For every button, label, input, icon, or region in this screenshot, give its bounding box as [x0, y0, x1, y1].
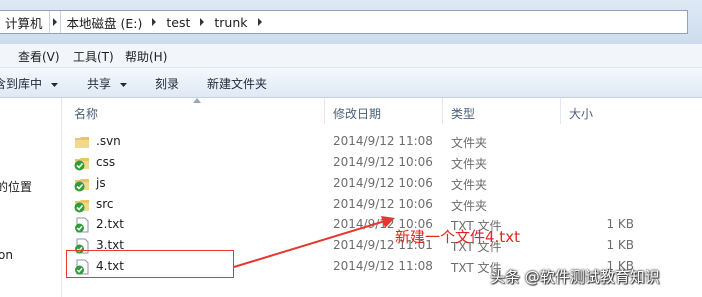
- file-row[interactable]: 2.txt 2014/9/12 10:06 TXT 文件 1 KB: [62, 215, 702, 235]
- file-date: 2014/9/12 11:08: [333, 259, 433, 273]
- command-toolbar: 含到库中 共享 刻录 新建文件夹: [0, 68, 702, 98]
- breadcrumb-separator[interactable]: [48, 11, 61, 33]
- chevron-right-icon: [52, 18, 57, 26]
- file-date: 2014/9/12 10:06: [333, 176, 433, 190]
- menu-view[interactable]: 查看(V): [18, 48, 60, 65]
- menu-help[interactable]: 帮助(H): [125, 48, 167, 65]
- chevron-right-icon: [257, 18, 262, 26]
- column-divider[interactable]: [442, 98, 443, 124]
- column-header-date[interactable]: 修改日期: [333, 105, 381, 121]
- file-type: 文件夹: [451, 157, 488, 171]
- file-row[interactable]: css 2014/9/12 10:06 文件夹: [62, 153, 702, 173]
- file-date: 2014/9/12 10:06: [333, 197, 433, 211]
- folder-icon: [75, 137, 89, 148]
- svn-folder-icon: [74, 158, 89, 171]
- sort-ascending-icon: [193, 98, 201, 103]
- dropdown-arrow-icon: [50, 82, 58, 87]
- file-name: css: [96, 155, 116, 169]
- file-name: .svn: [96, 134, 121, 148]
- new-folder-button[interactable]: 新建文件夹: [207, 75, 267, 92]
- column-divider[interactable]: [324, 98, 325, 124]
- file-name: js: [96, 176, 106, 190]
- breadcrumb-trunk[interactable]: trunk: [208, 15, 253, 30]
- chevron-right-icon: [200, 18, 205, 26]
- column-header-size[interactable]: 大小: [569, 105, 593, 121]
- file-size: 1 KB: [606, 217, 634, 231]
- file-type: 文件夹: [451, 136, 488, 150]
- breadcrumb-separator[interactable]: [254, 11, 266, 33]
- dropdown-arrow-icon: [119, 82, 127, 87]
- share-label: 共享: [87, 77, 112, 91]
- file-type: 文件夹: [451, 178, 488, 192]
- annotation-label: 新建一个文件4.txt: [395, 228, 520, 246]
- watermark: 头条 @软件测试教育知识: [490, 268, 660, 286]
- column-header-type[interactable]: 类型: [451, 105, 475, 121]
- include-in-library-label: 含到库中: [0, 77, 43, 91]
- file-name: src: [96, 197, 114, 211]
- breadcrumb-separator[interactable]: [148, 11, 160, 33]
- breadcrumb-computer[interactable]: 计算机: [0, 13, 49, 32]
- menu-tools[interactable]: 工具(T): [73, 48, 114, 65]
- chevron-right-icon: [152, 18, 157, 26]
- navigation-pane[interactable]: 的位置 on: [0, 98, 62, 297]
- file-date: 2014/9/12 11:08: [333, 134, 433, 148]
- file-row[interactable]: js 2014/9/12 10:06 文件夹: [62, 174, 702, 194]
- menu-bar: 查看(V) 工具(T) 帮助(H): [0, 44, 702, 68]
- breadcrumb-drive[interactable]: 本地磁盘 (E:): [61, 13, 149, 32]
- nav-item-partial[interactable]: on: [0, 248, 13, 262]
- include-in-library-button[interactable]: 含到库中: [0, 75, 58, 92]
- svn-file-icon: [75, 217, 89, 233]
- svn-folder-icon: [74, 200, 89, 213]
- file-row[interactable]: .svn 2014/9/12 11:08 文件夹: [62, 132, 702, 152]
- burn-button[interactable]: 刻录: [155, 75, 179, 92]
- file-date: 2014/9/12 10:06: [333, 155, 433, 169]
- file-name: 2.txt: [96, 217, 124, 231]
- svn-folder-icon: [74, 179, 89, 192]
- breadcrumb-test[interactable]: test: [160, 15, 196, 30]
- breadcrumb-separator[interactable]: [196, 11, 208, 33]
- file-size: 1 KB: [606, 238, 634, 252]
- column-header-name[interactable]: 名称: [74, 105, 98, 121]
- file-type: 文件夹: [451, 199, 488, 213]
- column-divider[interactable]: [560, 98, 561, 124]
- file-row[interactable]: src 2014/9/12 10:06 文件夹: [62, 195, 702, 215]
- address-bar[interactable]: 计算机 本地磁盘 (E:) test trunk: [0, 10, 688, 34]
- nav-item-locations[interactable]: 的位置: [0, 178, 32, 195]
- address-area: 计算机 本地磁盘 (E:) test trunk: [0, 0, 702, 44]
- highlight-box: [66, 250, 234, 278]
- share-button[interactable]: 共享: [87, 75, 127, 92]
